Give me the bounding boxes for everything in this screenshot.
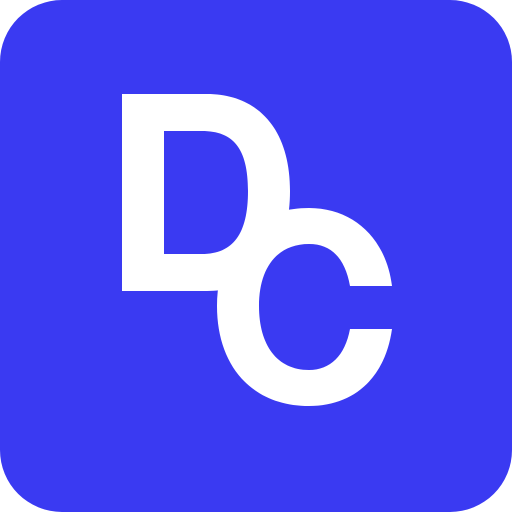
letter-c-glyph bbox=[217, 208, 392, 406]
app-icon bbox=[0, 0, 512, 512]
dc-logo bbox=[122, 94, 392, 406]
